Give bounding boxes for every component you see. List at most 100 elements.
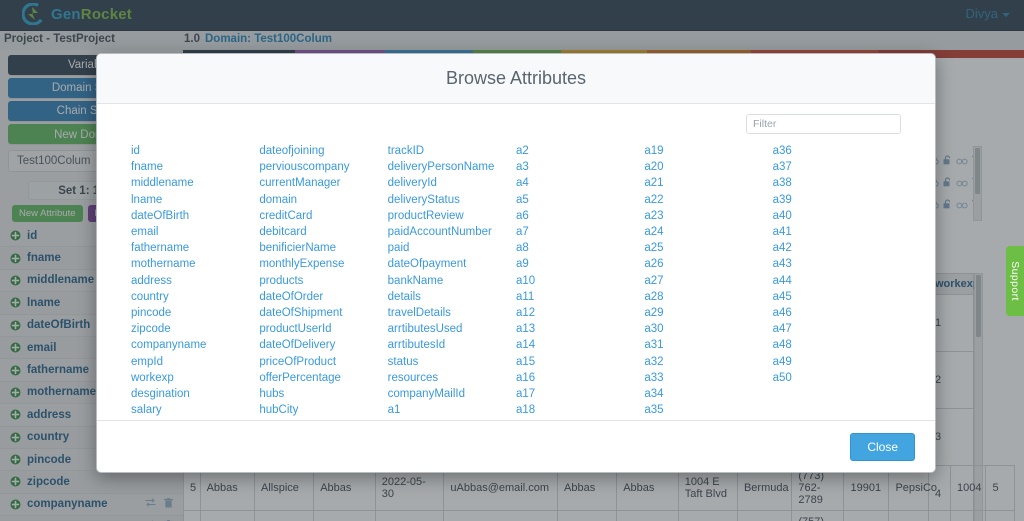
attribute-link-monthlyExpense[interactable]: monthlyExpense [259, 256, 387, 272]
attribute-link-a20[interactable]: a20 [644, 159, 772, 175]
attribute-link-a31[interactable]: a31 [644, 337, 772, 353]
attribute-link-companyname[interactable]: companyname [131, 337, 259, 353]
attribute-link-a46[interactable]: a46 [773, 305, 901, 321]
attribute-link-lname[interactable]: lname [131, 192, 259, 208]
attribute-link-a15[interactable]: a15 [516, 354, 644, 370]
attribute-link-dateOfOrder[interactable]: dateOfOrder [259, 289, 387, 305]
attribute-link-a30[interactable]: a30 [644, 321, 772, 337]
attribute-link-dateOfBirth[interactable]: dateOfBirth [131, 208, 259, 224]
attribute-link-products[interactable]: products [259, 273, 387, 289]
attribute-link-a25[interactable]: a25 [644, 240, 772, 256]
attribute-link-a27[interactable]: a27 [644, 273, 772, 289]
attribute-link-a16[interactable]: a16 [516, 370, 644, 386]
attribute-link-a49[interactable]: a49 [773, 354, 901, 370]
filter-input[interactable] [746, 114, 901, 134]
attribute-link-a19[interactable]: a19 [644, 143, 772, 159]
attribute-link-a22[interactable]: a22 [644, 192, 772, 208]
attribute-link-a7[interactable]: a7 [516, 224, 644, 240]
attribute-link-address[interactable]: address [131, 273, 259, 289]
attribute-link-a12[interactable]: a12 [516, 305, 644, 321]
attribute-link-perviouscompany[interactable]: perviouscompany [259, 159, 387, 175]
close-button[interactable]: Close [850, 432, 915, 461]
attribute-link-a17[interactable]: a17 [516, 386, 644, 402]
attribute-link-a23[interactable]: a23 [644, 208, 772, 224]
attribute-link-companyMailId[interactable]: companyMailId [388, 386, 516, 402]
attribute-link-a13[interactable]: a13 [516, 321, 644, 337]
attribute-link-dateOfDelivery[interactable]: dateOfDelivery [259, 337, 387, 353]
attribute-link-a41[interactable]: a41 [773, 224, 901, 240]
attribute-link-dateOfShipment[interactable]: dateOfShipment [259, 305, 387, 321]
attribute-link-a2[interactable]: a2 [516, 143, 644, 159]
support-tab[interactable]: Support [1006, 246, 1024, 316]
attribute-link-id[interactable]: id [131, 143, 259, 159]
attribute-link-workexp[interactable]: workexp [131, 370, 259, 386]
attribute-link-a11[interactable]: a11 [516, 289, 644, 305]
attribute-link-a29[interactable]: a29 [644, 305, 772, 321]
attribute-link-a28[interactable]: a28 [644, 289, 772, 305]
attribute-link-a40[interactable]: a40 [773, 208, 901, 224]
attribute-link-a48[interactable]: a48 [773, 337, 901, 353]
attribute-link-paid[interactable]: paid [388, 240, 516, 256]
attribute-link-resources[interactable]: resources [388, 370, 516, 386]
attribute-link-a33[interactable]: a33 [644, 370, 772, 386]
attribute-link-a5[interactable]: a5 [516, 192, 644, 208]
attribute-link-arrtibutesUsed[interactable]: arrtibutesUsed [388, 321, 516, 337]
attribute-link-a36[interactable]: a36 [773, 143, 901, 159]
attribute-link-dateOfpayment[interactable]: dateOfpayment [388, 256, 516, 272]
attribute-link-travelDetails[interactable]: travelDetails [388, 305, 516, 321]
attribute-link-mothername[interactable]: mothername [131, 256, 259, 272]
attribute-link-a45[interactable]: a45 [773, 289, 901, 305]
attribute-link-a37[interactable]: a37 [773, 159, 901, 175]
attribute-link-a3[interactable]: a3 [516, 159, 644, 175]
attribute-link-arrtibutesId[interactable]: arrtibutesId [388, 337, 516, 353]
attribute-link-a26[interactable]: a26 [644, 256, 772, 272]
attribute-link-a14[interactable]: a14 [516, 337, 644, 353]
attribute-link-status[interactable]: status [388, 354, 516, 370]
attribute-link-a38[interactable]: a38 [773, 175, 901, 191]
attribute-link-a39[interactable]: a39 [773, 192, 901, 208]
attribute-link-a43[interactable]: a43 [773, 256, 901, 272]
attribute-link-dateofjoining[interactable]: dateofjoining [259, 143, 387, 159]
attribute-link-priceOfProduct[interactable]: priceOfProduct [259, 354, 387, 370]
attribute-link-details[interactable]: details [388, 289, 516, 305]
attribute-link-bankName[interactable]: bankName [388, 273, 516, 289]
attribute-link-deliveryPersonName[interactable]: deliveryPersonName [388, 159, 516, 175]
attribute-link-a42[interactable]: a42 [773, 240, 901, 256]
attribute-link-middlename[interactable]: middlename [131, 175, 259, 191]
attribute-link-a35[interactable]: a35 [644, 402, 772, 418]
attribute-link-deliveryStatus[interactable]: deliveryStatus [388, 192, 516, 208]
attribute-link-empId[interactable]: empId [131, 354, 259, 370]
attribute-link-fname[interactable]: fname [131, 159, 259, 175]
attribute-link-a34[interactable]: a34 [644, 386, 772, 402]
attribute-link-fathername[interactable]: fathername [131, 240, 259, 256]
attribute-link-paidAccountNumber[interactable]: paidAccountNumber [388, 224, 516, 240]
attribute-link-a10[interactable]: a10 [516, 273, 644, 289]
attribute-link-currentManager[interactable]: currentManager [259, 175, 387, 191]
attribute-link-country[interactable]: country [131, 289, 259, 305]
attribute-link-trackID[interactable]: trackID [388, 143, 516, 159]
attribute-link-a32[interactable]: a32 [644, 354, 772, 370]
attribute-link-a1[interactable]: a1 [388, 402, 516, 418]
attribute-link-salary[interactable]: salary [131, 402, 259, 418]
attribute-link-zipcode[interactable]: zipcode [131, 321, 259, 337]
attribute-link-domain[interactable]: domain [259, 192, 387, 208]
attribute-link-deliveryId[interactable]: deliveryId [388, 175, 516, 191]
attribute-link-email[interactable]: email [131, 224, 259, 240]
attribute-link-a8[interactable]: a8 [516, 240, 644, 256]
attribute-link-a44[interactable]: a44 [773, 273, 901, 289]
attribute-link-pincode[interactable]: pincode [131, 305, 259, 321]
attribute-link-productReview[interactable]: productReview [388, 208, 516, 224]
attribute-link-a21[interactable]: a21 [644, 175, 772, 191]
attribute-link-a50[interactable]: a50 [773, 370, 901, 386]
attribute-link-a47[interactable]: a47 [773, 321, 901, 337]
attribute-link-hubs[interactable]: hubs [259, 386, 387, 402]
attribute-link-a18[interactable]: a18 [516, 402, 644, 418]
attribute-link-hubCity[interactable]: hubCity [259, 402, 387, 418]
attribute-link-desgination[interactable]: desgination [131, 386, 259, 402]
attribute-link-debitcard[interactable]: debitcard [259, 224, 387, 240]
attribute-link-a4[interactable]: a4 [516, 175, 644, 191]
attribute-link-a6[interactable]: a6 [516, 208, 644, 224]
attribute-link-benificierName[interactable]: benificierName [259, 240, 387, 256]
attribute-link-creditCard[interactable]: creditCard [259, 208, 387, 224]
attribute-link-productUserId[interactable]: productUserId [259, 321, 387, 337]
